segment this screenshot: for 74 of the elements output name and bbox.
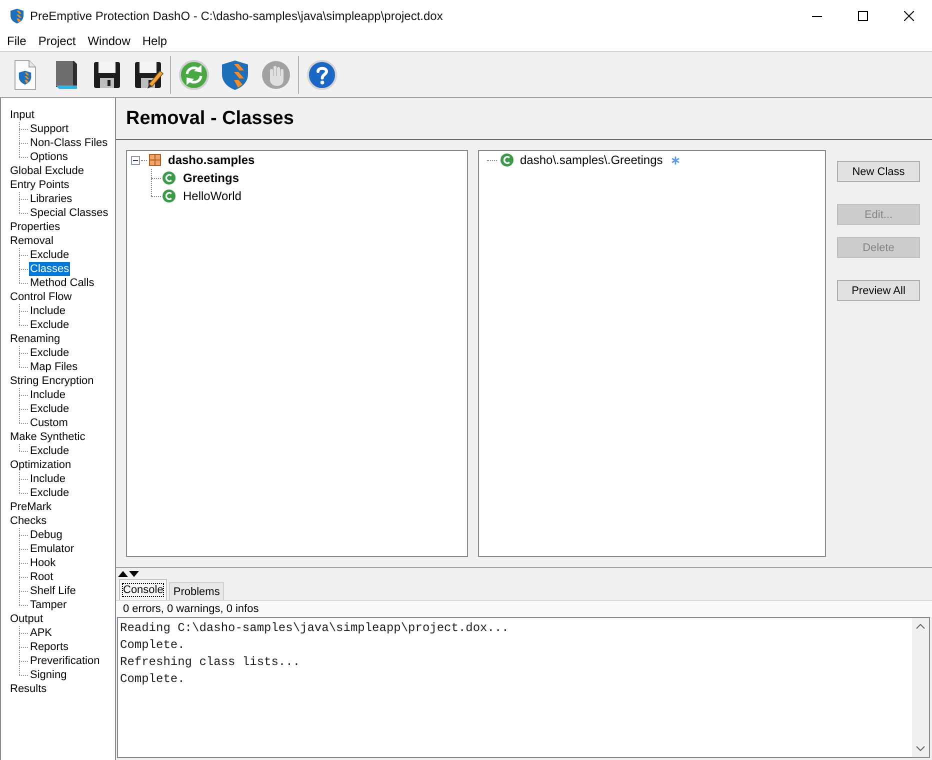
nav-item[interactable]: Output [9, 612, 44, 626]
nav-item[interactable]: Exclude [29, 346, 70, 360]
nav-item[interactable]: Renaming [9, 332, 62, 346]
chevron-down-icon[interactable] [916, 746, 925, 751]
nav-item[interactable]: Classes [29, 262, 70, 276]
nav-item[interactable]: Properties [9, 220, 62, 234]
nav-item[interactable]: Control Flow [9, 290, 73, 304]
nav-item[interactable]: Custom [29, 416, 69, 430]
nav-item[interactable]: Support [29, 122, 70, 136]
menu-item[interactable]: File [1, 31, 32, 51]
chevron-up-icon[interactable] [916, 624, 925, 629]
circle-c-icon [500, 153, 514, 167]
nav-item[interactable]: APK [29, 626, 54, 640]
rule-item[interactable]: dasho\.samples\.Greetings [520, 153, 663, 167]
nav-item[interactable]: String Encryption [9, 374, 95, 388]
circle-c-icon [162, 171, 176, 185]
scrollbar[interactable] [912, 618, 929, 757]
page-title: Removal - Classes [126, 108, 294, 130]
nav-item[interactable]: Tamper [29, 598, 68, 612]
nav-item[interactable]: Special Classes [29, 206, 110, 220]
nav-item[interactable]: PreMark [9, 500, 53, 514]
nav-item[interactable]: Map Files [29, 360, 79, 374]
nav-item[interactable]: Include [29, 388, 66, 402]
console-tab[interactable]: Problems [169, 582, 224, 600]
console-line: Complete. [120, 637, 186, 654]
nav-item[interactable]: Removal [9, 234, 54, 248]
console-line: Complete. [120, 671, 186, 688]
status-summary: 0 errors, 0 warnings, 0 infos [123, 603, 259, 615]
maximize-icon[interactable] [858, 10, 868, 20]
menu-item[interactable]: Project [32, 31, 82, 51]
nav-item[interactable]: Entry Points [9, 178, 70, 192]
grid-box-icon [148, 153, 162, 167]
nav-item[interactable]: Preverification [29, 654, 101, 668]
nav-item[interactable]: Libraries [29, 192, 74, 206]
nav-item[interactable]: Input [9, 108, 36, 122]
console-tab[interactable]: Console [119, 579, 168, 600]
shield-icon [9, 8, 25, 24]
nav-item[interactable]: Exclude [29, 402, 70, 416]
nav-item[interactable]: Non-Class Files [29, 136, 109, 150]
nav-item[interactable]: Debug [29, 528, 64, 542]
tree-item[interactable]: Greetings [183, 171, 240, 185]
tree-item[interactable]: dasho.samples [168, 153, 255, 167]
nav-item[interactable]: Shelf Life [29, 584, 77, 598]
nav-item[interactable]: Hook [29, 556, 57, 570]
menu-item[interactable]: Window [82, 31, 136, 51]
nav-item[interactable]: Include [29, 304, 66, 318]
circle-c-icon [162, 189, 176, 203]
close-icon[interactable] [904, 10, 914, 20]
menu-item[interactable]: Help [136, 31, 174, 51]
nav-item[interactable]: Root [29, 570, 54, 584]
nav-item[interactable]: Exclude [29, 248, 70, 262]
console-line: Reading C:\dasho-samples\java\simpleapp\project.dox... [120, 620, 510, 637]
nav-item[interactable]: Reports [29, 640, 70, 654]
nav-item[interactable]: Results [9, 682, 48, 696]
down-triangle-icon[interactable] [129, 570, 139, 576]
nav-item[interactable]: Global Exclude [9, 164, 85, 178]
nav-item[interactable]: Optimization [9, 458, 72, 472]
action-button[interactable]: Preview All [837, 280, 920, 301]
nav-item[interactable]: Options [29, 150, 69, 164]
nav-item[interactable]: Signing [29, 668, 68, 682]
window-title: PreEmptive Protection DashO - C:\dasho-samples\java\simpleapp\project.dox [30, 8, 443, 22]
action-button[interactable]: New Class [837, 161, 920, 182]
minus-box-icon[interactable] [131, 156, 140, 164]
nav-item[interactable]: Checks [9, 514, 48, 528]
nav-item[interactable]: Exclude [29, 444, 70, 458]
console-line: Refreshing class lists... [120, 654, 302, 671]
nav-item[interactable]: Exclude [29, 486, 70, 500]
nav-item[interactable]: Method Calls [29, 276, 96, 290]
up-triangle-icon[interactable] [118, 570, 128, 576]
nav-item[interactable]: Exclude [29, 318, 70, 332]
nav-item[interactable]: Include [29, 472, 66, 486]
nav-item[interactable]: Make Synthetic [9, 430, 86, 444]
tree-item[interactable]: HelloWorld [183, 189, 242, 203]
nav-item[interactable]: Emulator [29, 542, 76, 556]
